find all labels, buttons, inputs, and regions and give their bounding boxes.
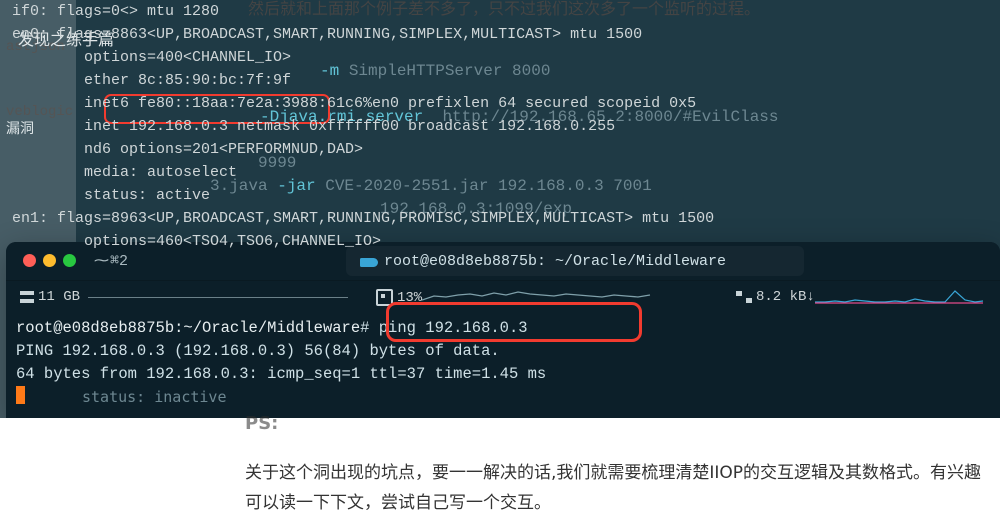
ifconfig-line: media: autoselect [12, 161, 988, 184]
disk-value: 11 GB [38, 289, 80, 305]
disk-icon [20, 291, 34, 303]
minimize-icon[interactable] [43, 254, 56, 267]
tab-title-text: root@e08d8eb8875b: ~/Oracle/Middleware [384, 253, 726, 270]
ifconfig-line: options=460<TSO4,TSO6,CHANNEL_IO> [12, 230, 988, 253]
net-sparkline [815, 289, 985, 305]
article-paragraph: 关于这个洞出现的坑点，要一一解决的话,我们就需要梳理清楚IIOP的交互逻辑及其数… [245, 458, 985, 518]
zoom-icon[interactable] [63, 254, 76, 267]
highlight-box-ping [386, 302, 642, 342]
ifconfig-line-inet: inet 192.168.0.3 netmask 0xffffff00 broa… [12, 115, 988, 138]
disk-bar [88, 297, 348, 298]
ifconfig-line: if0: flags=0<> mtu 1280 [12, 0, 988, 23]
ps-heading: PS: [245, 413, 278, 434]
ping-output-line: PING 192.168.0.3 (192.168.0.3) 56(84) by… [16, 340, 990, 363]
prompt-userhost: root@e08d8eb8875b:~/Oracle/Middleware [16, 319, 360, 337]
tab-hotkey: ⁓⌘2 [94, 251, 128, 270]
cursor [16, 386, 25, 404]
ifconfig-line: en1: flags=8963<UP,BROADCAST,SMART,RUNNI… [12, 207, 988, 230]
docker-whale-icon [360, 255, 378, 267]
ifconfig-line: ether 8c:85:90:bc:7f:9f [12, 69, 988, 92]
net-value: 8.2 kB↓ [756, 289, 815, 305]
ifconfig-line: status: active [12, 184, 988, 207]
network-icon [736, 291, 752, 303]
article-body: status: inactive PS: 关于这个洞出现的坑点，要一一解决的话,… [0, 418, 1000, 528]
ghost-status-inactive: status: inactive [82, 388, 227, 406]
close-icon[interactable] [23, 254, 36, 267]
ifconfig-line: options=400<CHANNEL_IO> [12, 46, 988, 69]
ifconfig-line: inet6 fe80::18aa:7e2a:3988:61c6%en0 pref… [12, 92, 988, 115]
ifconfig-line: en0: flags=8863<UP,BROADCAST,SMART,RUNNI… [12, 23, 988, 46]
ifconfig-line: nd6 options=201<PERFORMNUD,DAD> [12, 138, 988, 161]
ping-output-line: 64 bytes from 192.168.0.3: icmp_seq=1 tt… [16, 363, 990, 386]
